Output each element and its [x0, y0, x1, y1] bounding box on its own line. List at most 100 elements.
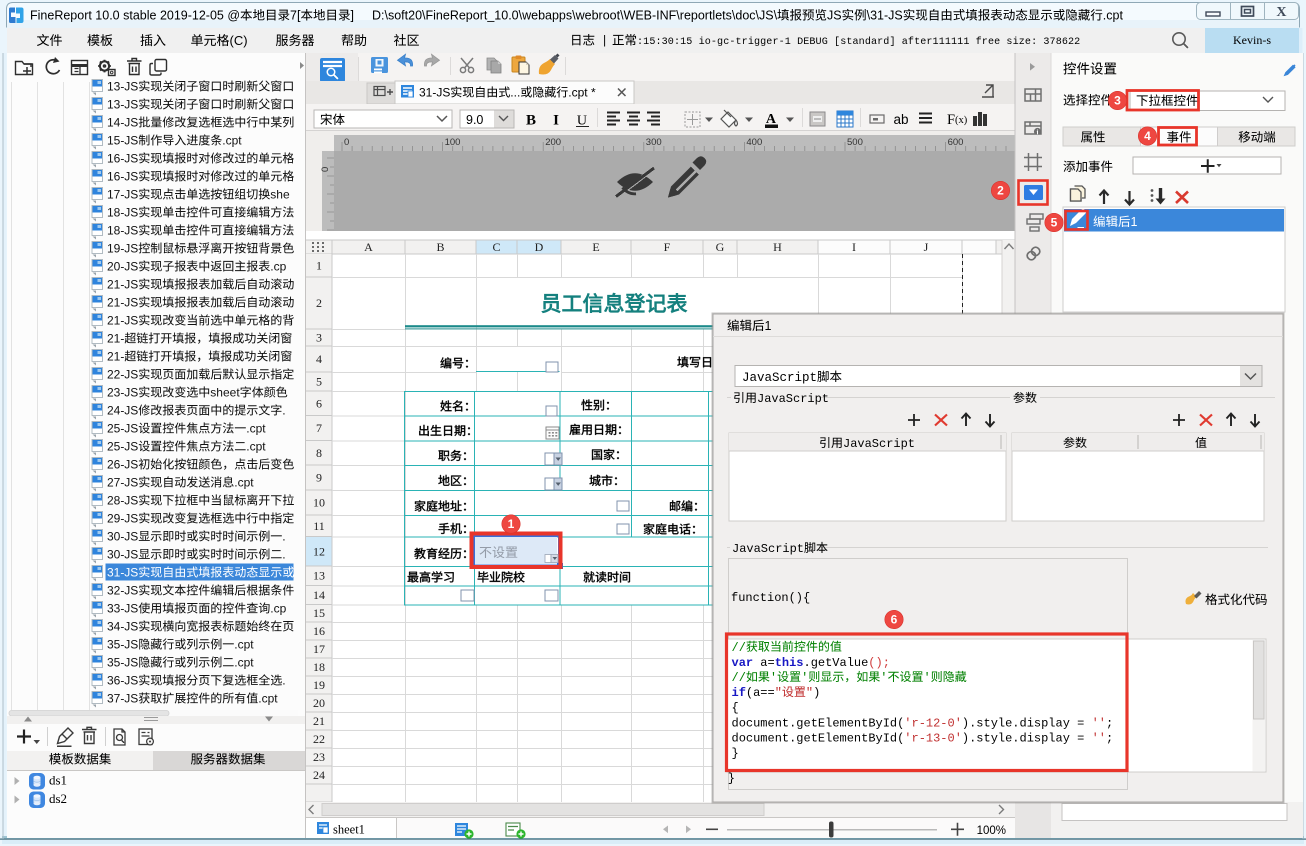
svg-text:JS: JS: [124, 368, 138, 382]
svg-text:D:\soft20\FineReport_10.0\weba: D:\soft20\FineReport_10.0\webapps\webroo…: [372, 9, 778, 23]
svg-text:21: 21: [313, 714, 325, 728]
svg-text:6: 6: [891, 613, 898, 627]
svg-text:a=: a=: [753, 656, 775, 670]
svg-text:).style.display =: ).style.display =: [962, 731, 1092, 745]
svg-text:B: B: [436, 240, 444, 254]
svg-text:}: }: [728, 772, 735, 786]
svg-text:document.getElementById(: document.getElementById(: [732, 731, 905, 745]
svg-text:19-: 19-: [107, 242, 124, 256]
svg-text:7: 7: [316, 421, 322, 435]
svg-text:JS: JS: [124, 458, 138, 472]
svg-text:12: 12: [313, 544, 325, 558]
svg-text:A: A: [364, 240, 373, 254]
svg-text:JS: JS: [124, 476, 138, 490]
svg-text:F: F: [947, 112, 955, 128]
svg-text:JS: JS: [124, 152, 138, 166]
svg-text:0: 0: [344, 137, 349, 148]
svg-text:JS: JS: [124, 656, 138, 670]
svg-text:JS: JS: [124, 602, 138, 616]
svg-text:JavaScript: JavaScript: [757, 392, 829, 406]
svg-text:'r-12-0': 'r-12-0': [904, 716, 962, 730]
svg-text:22-: 22-: [107, 368, 124, 382]
svg-text:this: this: [775, 656, 804, 670]
svg-text:18-: 18-: [107, 224, 124, 238]
svg-text:();: ();: [868, 656, 890, 670]
svg-text:21-: 21-: [107, 314, 124, 328]
svg-text:18-: 18-: [107, 206, 124, 220]
svg-text:.: .: [282, 530, 285, 544]
svg-text:.cpt: .cpt: [246, 422, 266, 436]
svg-text:FineReport 10.0 stable 2019-12: FineReport 10.0 stable 2019-12-05 @: [30, 9, 240, 23]
svg-text:24-: 24-: [107, 404, 124, 418]
svg-text:3: 3: [1114, 94, 1121, 108]
svg-text:100%: 100%: [977, 825, 1006, 837]
svg-text:Kevin-s: Kevin-s: [1233, 33, 1271, 47]
svg-text:37-: 37-: [107, 692, 124, 706]
svg-text:JS: JS: [124, 386, 138, 400]
svg-text:21-: 21-: [107, 278, 124, 292]
svg-text:var: var: [732, 656, 754, 670]
svg-text:X: X: [1276, 5, 1286, 20]
svg-text:I: I: [852, 240, 856, 254]
svg-text:32-: 32-: [107, 584, 124, 598]
svg-text:{: {: [732, 701, 739, 715]
svg-text:21-: 21-: [107, 296, 124, 310]
svg-text:18: 18: [313, 660, 325, 674]
svg-text:JS: JS: [124, 188, 138, 202]
svg-text:ab: ab: [894, 112, 909, 127]
svg-text:9: 9: [316, 471, 322, 485]
svg-text:JavaScript: JavaScript: [742, 371, 817, 385]
svg-text:25-: 25-: [107, 440, 124, 454]
svg-text:JS: JS: [124, 98, 138, 112]
svg-text:": ": [775, 686, 782, 700]
svg-text:": ": [806, 686, 813, 700]
svg-text:14: 14: [313, 588, 325, 602]
svg-text:JS: JS: [124, 206, 138, 220]
svg-text:20-: 20-: [107, 260, 124, 274]
svg-text:17: 17: [313, 642, 325, 656]
svg-text:.: .: [282, 548, 285, 562]
svg-text:'': '': [1092, 716, 1106, 730]
svg-text:JS: JS: [124, 422, 138, 436]
svg-text:JS: JS: [124, 242, 138, 256]
svg-text:;: ;: [1106, 731, 1113, 745]
svg-text:JS: JS: [124, 296, 138, 310]
svg-text:': ': [924, 671, 931, 685]
svg-text:JS: JS: [124, 116, 138, 130]
svg-text:JS: JS: [124, 638, 138, 652]
svg-text:JavaScript: JavaScript: [732, 542, 804, 556]
svg-text:1: 1: [1131, 215, 1138, 229]
svg-text:.cpt: .cpt: [234, 656, 254, 670]
svg-text:function(){: function(){: [731, 591, 810, 605]
svg-text:document.getElementById(: document.getElementById(: [732, 716, 905, 730]
svg-text:': ': [880, 671, 887, 685]
svg-text:35-: 35-: [107, 656, 124, 670]
svg-text:JS: JS: [124, 494, 138, 508]
svg-text:.cpt: .cpt: [234, 638, 254, 652]
svg-text:sheet1: sheet1: [333, 823, 365, 837]
svg-text:J: J: [924, 240, 929, 254]
svg-text:'': '': [1092, 731, 1106, 745]
svg-text:F: F: [664, 240, 671, 254]
svg-text:11: 11: [313, 519, 325, 533]
svg-text:16: 16: [313, 624, 325, 638]
svg-text:JS: JS: [124, 404, 138, 418]
svg-text:.: .: [282, 674, 285, 688]
svg-text:4: 4: [316, 352, 322, 366]
svg-text:I: I: [553, 113, 559, 129]
svg-text:...: ...: [510, 86, 520, 100]
svg-text:30-: 30-: [107, 530, 124, 544]
svg-text:30-: 30-: [107, 548, 124, 562]
svg-text::15:30:15 io-gc-trigger-1 DEBU: :15:30:15 io-gc-trigger-1 DEBUG [standar…: [637, 36, 1080, 48]
svg-text:4: 4: [1144, 129, 1151, 143]
svg-text:19: 19: [313, 678, 325, 692]
svg-text:17-: 17-: [107, 188, 124, 202]
svg-text://: //: [732, 671, 746, 685]
svg-text:JS: JS: [124, 278, 138, 292]
svg-text:): ): [813, 686, 820, 700]
svg-text:2: 2: [997, 184, 1004, 198]
svg-text://: //: [732, 641, 746, 655]
svg-text:if: if: [732, 686, 746, 700]
svg-text:i: i: [1037, 129, 1039, 137]
svg-text:15-: 15-: [107, 134, 124, 148]
